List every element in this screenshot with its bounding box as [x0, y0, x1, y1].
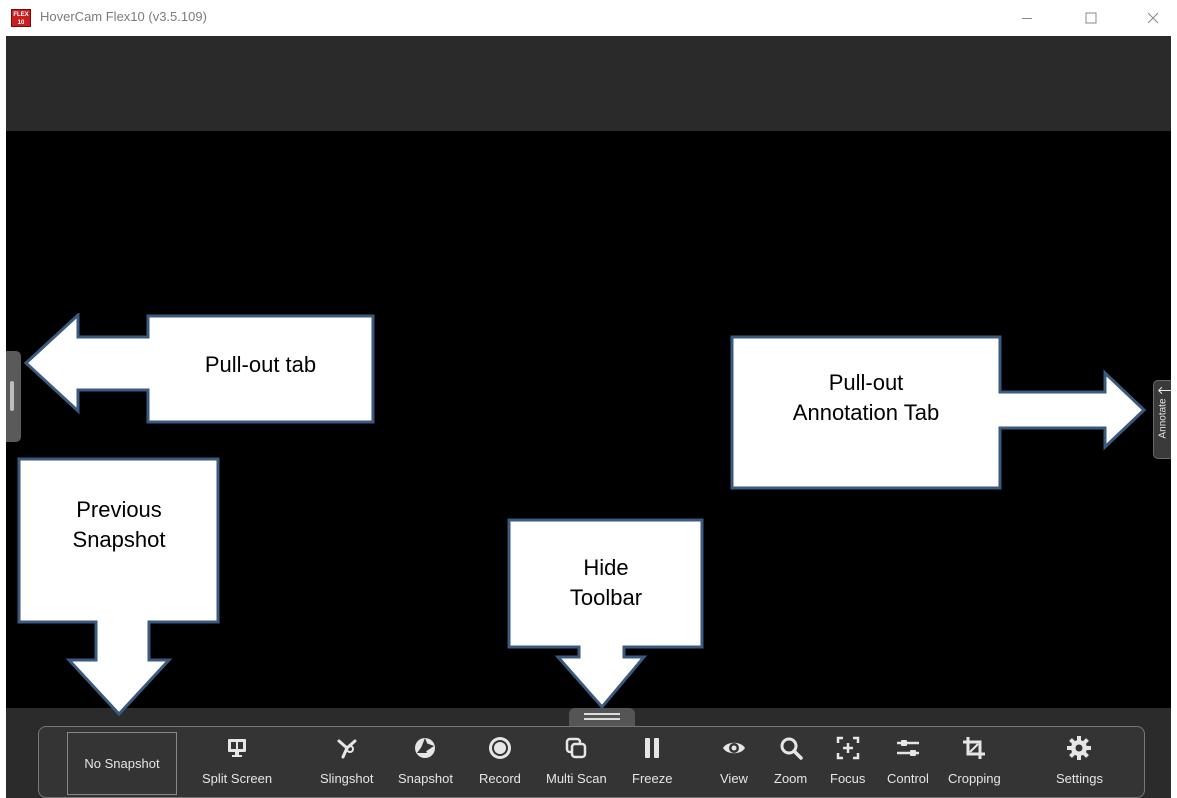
window-title: HoverCam Flex10 (v3.5.109)	[40, 9, 207, 24]
snapshot-placeholder-text: No Snapshot	[84, 756, 160, 771]
hide-toolbar-callout	[507, 518, 704, 710]
sliders-icon	[896, 740, 919, 756]
record-icon	[488, 737, 511, 759]
close-button[interactable]	[1133, 4, 1173, 32]
pause-icon	[645, 738, 660, 758]
gear-icon	[1067, 736, 1092, 760]
annotate-pullout-tab[interactable]: 🡐 Annotate	[1153, 380, 1177, 459]
annotation-tab-callout-line1: Pull-out	[828, 370, 904, 395]
snapshot-button[interactable]: Snapshot	[398, 735, 453, 795]
app-logo: FLEX 10	[11, 9, 31, 27]
previous-snapshot-callout-line1: Previous	[76, 497, 162, 522]
focus-button[interactable]: Focus	[830, 735, 865, 795]
maximize-button[interactable]	[1071, 4, 1111, 32]
close-icon	[1147, 12, 1159, 24]
top-band	[6, 36, 1171, 131]
multi-scan-button[interactable]: Multi Scan	[546, 735, 607, 795]
multi-scan-label: Multi Scan	[546, 771, 607, 786]
focus-label: Focus	[830, 771, 866, 786]
freeze-label: Freeze	[632, 771, 673, 786]
slingshot-button[interactable]: Slingshot	[320, 735, 373, 795]
hide-toolbar-callout-line2: Toolbar	[569, 585, 643, 610]
zoom-label: Zoom	[774, 771, 808, 786]
monitor-icon	[228, 739, 247, 757]
previous-snapshot-thumbnail[interactable]: No Snapshot	[67, 732, 177, 795]
crop-icon	[963, 737, 986, 759]
multi-scan-icon	[566, 737, 587, 759]
freeze-button[interactable]: Freeze	[632, 735, 672, 795]
annotation-tab-callout-text: Pull-out Annotation Tab	[732, 368, 1000, 428]
split-screen-button[interactable]: Split Screen	[202, 735, 272, 795]
annotation-tab-callout-line2: Annotation Tab	[792, 400, 940, 425]
split-screen-label: Split Screen	[202, 771, 273, 786]
slingshot-icon	[337, 739, 357, 759]
hide-toolbar-callout-line1: Hide	[583, 555, 629, 580]
previous-snapshot-callout-line2: Snapshot	[72, 527, 166, 552]
minimize-button[interactable]	[1007, 4, 1047, 32]
hide-toolbar-callout-text: Hide Toolbar	[509, 553, 703, 613]
aperture-icon	[415, 738, 436, 758]
app-logo-text: FLEX 10	[13, 12, 29, 26]
pullout-tab-callout-text: Pull-out tab	[204, 352, 317, 377]
maximize-icon	[1085, 12, 1097, 24]
cropping-button[interactable]: Cropping	[948, 735, 1001, 795]
control-button[interactable]: Control	[887, 735, 929, 795]
toolbar: No Snapshot Split Screen Slingshot Snaps…	[38, 726, 1145, 798]
cropping-label: Cropping	[948, 771, 1001, 786]
settings-button[interactable]: Settings	[1056, 735, 1103, 795]
record-button[interactable]: Record	[479, 735, 521, 795]
title-bar: FLEX 10 HoverCam Flex10 (v3.5.109)	[0, 0, 1177, 36]
magnifier-icon	[780, 737, 803, 760]
view-label: View	[720, 771, 748, 786]
previous-snapshot-callout-text: Previous Snapshot	[19, 495, 219, 555]
snapshot-label: Snapshot	[398, 771, 453, 786]
control-label: Control	[887, 771, 929, 786]
record-label: Record	[479, 771, 521, 786]
settings-label: Settings	[1056, 771, 1103, 786]
annotate-tab-label: Annotate	[1157, 398, 1169, 439]
eye-icon	[722, 742, 745, 754]
minimize-icon	[1022, 18, 1032, 19]
focus-icon	[836, 736, 859, 760]
slingshot-label: Slingshot	[320, 771, 374, 786]
view-button[interactable]: View	[720, 735, 748, 795]
zoom-button[interactable]: Zoom	[774, 735, 807, 795]
left-pullout-tab[interactable]	[6, 351, 21, 442]
